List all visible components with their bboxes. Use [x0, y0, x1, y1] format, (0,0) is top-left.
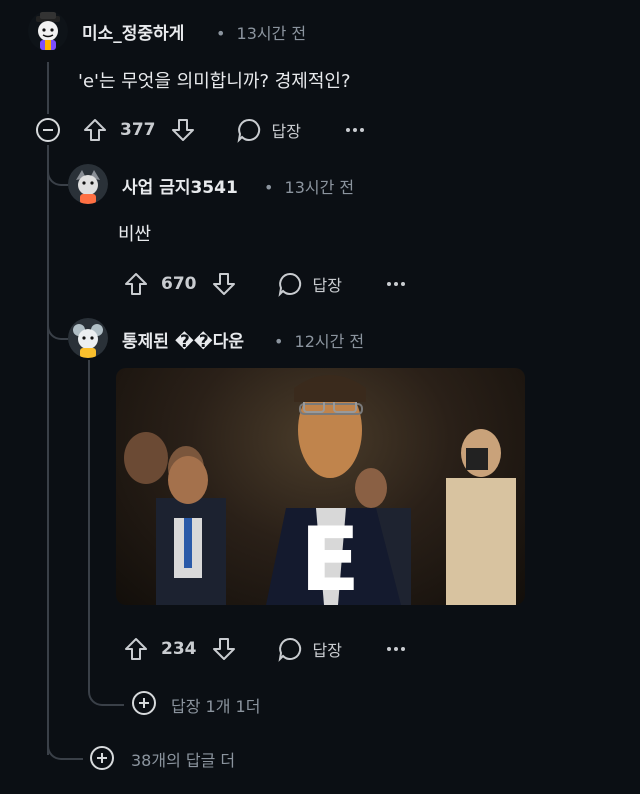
- more-options-icon[interactable]: [345, 128, 366, 132]
- comment-author[interactable]: 통제된 ��다운: [122, 327, 244, 352]
- avatar[interactable]: [68, 318, 108, 358]
- comment-meta: • 12시간 전: [274, 328, 364, 352]
- speech-bubble-icon: [237, 118, 260, 143]
- thread-line-top: [47, 62, 49, 114]
- thread-line-main-curve: [47, 740, 83, 760]
- comment-meta: • 13시간 전: [264, 174, 354, 198]
- thread-line-nested: [88, 360, 90, 690]
- meta-dot: •: [264, 178, 274, 197]
- plus-icon: [97, 753, 107, 763]
- user-avatar-icon: [68, 318, 108, 358]
- meme-photo: E: [124, 375, 516, 605]
- comment-time: 13시간 전: [284, 178, 355, 197]
- reply-label: 답장: [271, 122, 301, 141]
- reply-button[interactable]: 답장: [277, 271, 342, 297]
- collapse-button[interactable]: [36, 118, 60, 142]
- vote-count: 670: [161, 274, 197, 294]
- comment-text: 'e'는 무엇을 의미합니까? 경제적인?: [78, 71, 351, 92]
- meta-dot: •: [274, 332, 284, 351]
- reply-label: 답장: [312, 641, 342, 660]
- thread-line-nested-curve: [88, 686, 124, 706]
- comment-author[interactable]: 미소_정중하게: [82, 19, 184, 44]
- downvote-icon[interactable]: [211, 636, 237, 662]
- comment-meta: • 13시간 전: [216, 20, 306, 44]
- minus-icon: [43, 129, 53, 131]
- comment-text: 비싼: [118, 224, 152, 245]
- upvote-icon[interactable]: [123, 271, 149, 297]
- thread-line-main: [47, 145, 49, 755]
- comment-actions: 670 답장: [123, 269, 407, 299]
- avatar[interactable]: [68, 164, 108, 204]
- downvote-icon[interactable]: [170, 117, 196, 143]
- vote-count: 234: [161, 639, 197, 659]
- comment-actions: 377 답장: [82, 115, 366, 145]
- thread-branch-1: [47, 168, 69, 186]
- speech-bubble-icon: [278, 272, 301, 297]
- comment-author[interactable]: 사업 금지3541: [122, 173, 238, 198]
- expand-replies-button[interactable]: [90, 746, 114, 770]
- comment-actions: 234 답장: [123, 634, 407, 664]
- meme-image[interactable]: E: [116, 368, 525, 605]
- reply-button[interactable]: 답장: [277, 636, 342, 662]
- reply-label: 답장: [312, 276, 342, 295]
- speech-bubble-icon: [278, 637, 301, 662]
- more-options-icon[interactable]: [386, 647, 407, 651]
- upvote-icon[interactable]: [123, 636, 149, 662]
- thread-branch-2: [47, 322, 69, 340]
- meme-letter: E: [300, 508, 360, 605]
- user-avatar-icon: [36, 12, 60, 50]
- comment-time: 13시간 전: [236, 24, 307, 43]
- upvote-icon[interactable]: [82, 117, 108, 143]
- meta-dot: •: [216, 24, 226, 43]
- more-replies-link[interactable]: 38개의 답글 더: [131, 747, 235, 771]
- expand-replies-button[interactable]: [132, 691, 156, 715]
- more-options-icon[interactable]: [386, 282, 407, 286]
- plus-icon: [139, 698, 149, 708]
- more-replies-link[interactable]: 답장 1개 1더: [171, 693, 260, 717]
- comment-time: 12시간 전: [294, 332, 365, 351]
- user-avatar-icon: [68, 164, 108, 204]
- downvote-icon[interactable]: [211, 271, 237, 297]
- avatar[interactable]: [28, 11, 68, 51]
- vote-count: 377: [120, 120, 156, 140]
- reply-button[interactable]: 답장: [236, 117, 301, 143]
